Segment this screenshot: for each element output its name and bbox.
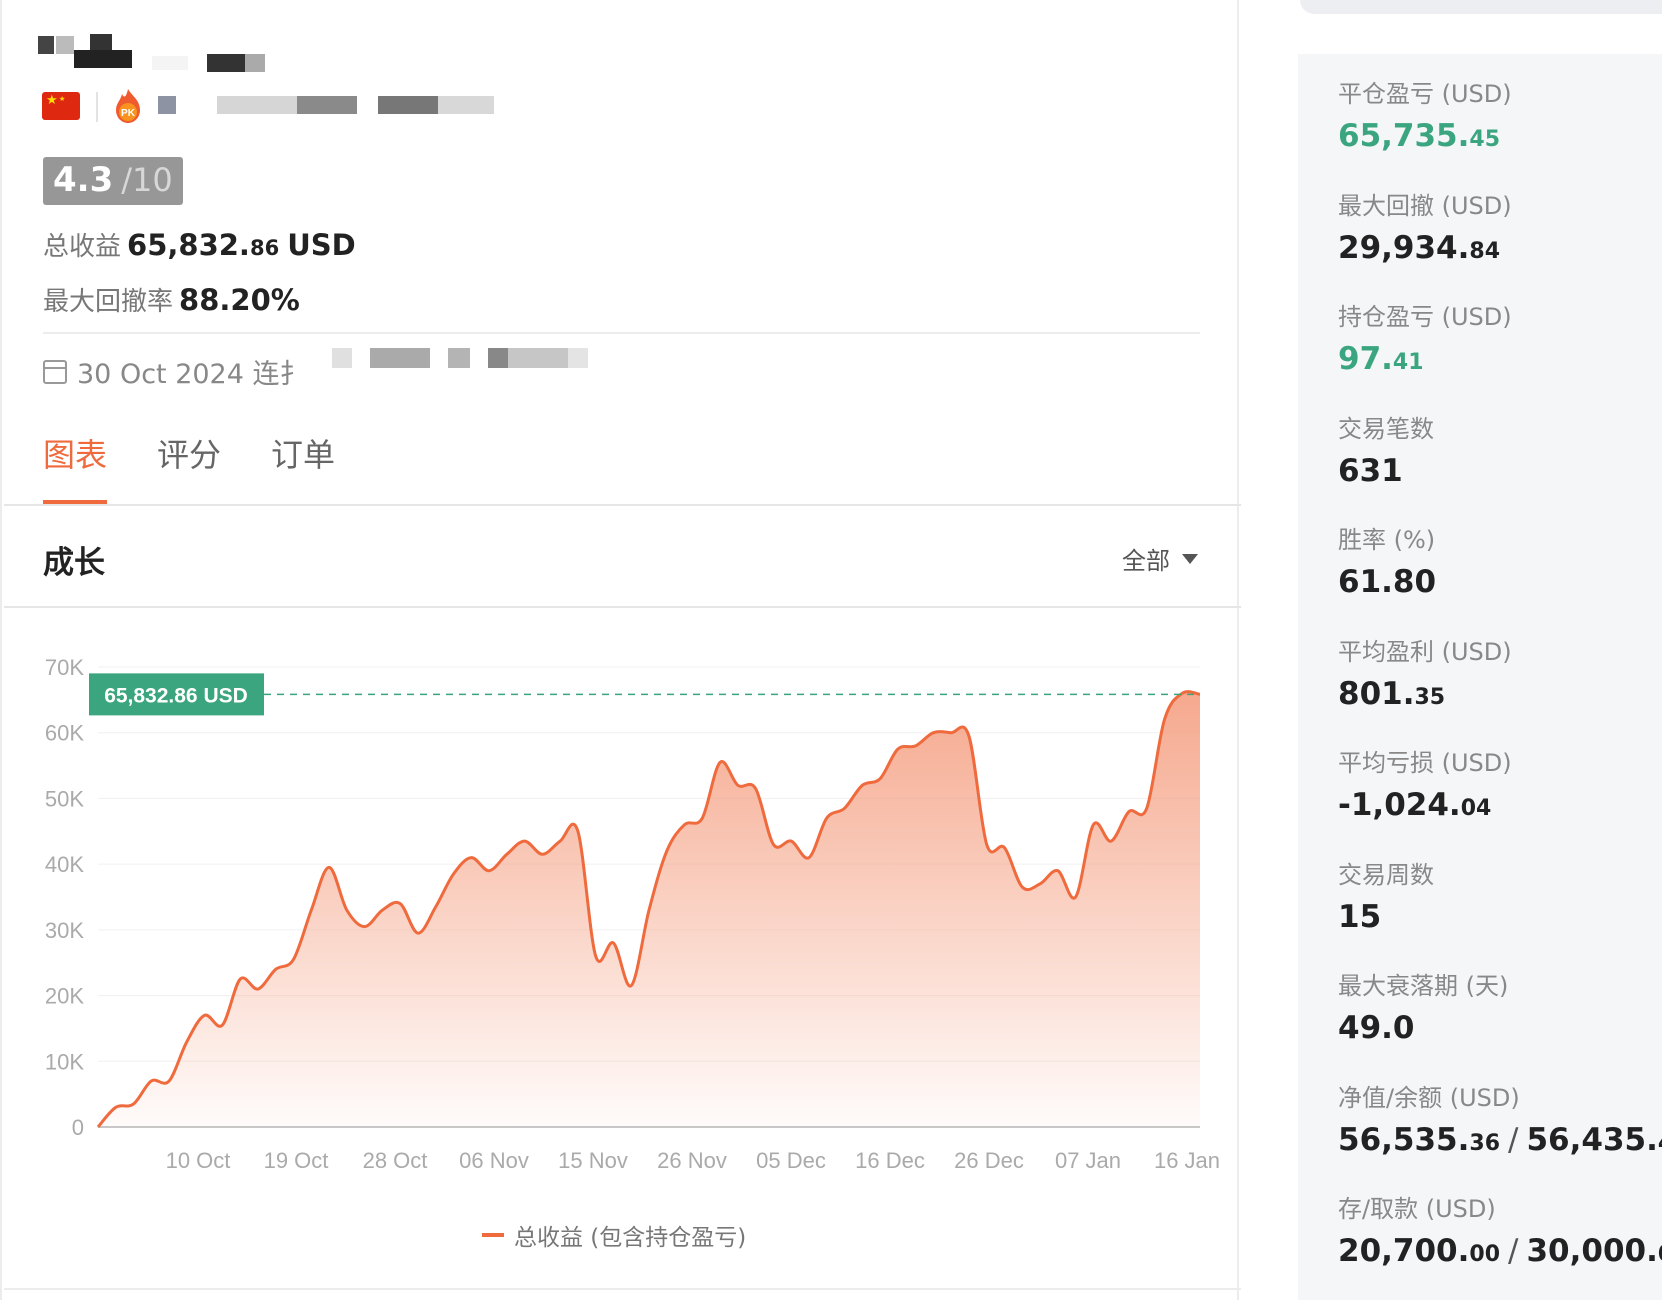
growth-chart[interactable]: 0 10K 20K 30K 40K 50K 60K 70K 10 Oct 19 Oct 28 Oct… bbox=[2, 640, 1239, 1230]
metric-item: 平仓盈亏 (USD) 65,735.45 bbox=[1338, 74, 1512, 154]
calendar-icon bbox=[43, 359, 67, 384]
divider bbox=[4, 1288, 1241, 1290]
search-bar-edge bbox=[1300, 0, 1662, 14]
x-tick-label: 07 Jan bbox=[1055, 1148, 1121, 1173]
tab-rating[interactable]: 评分 bbox=[157, 430, 221, 504]
divider bbox=[43, 332, 1200, 334]
y-tick-label: 70K bbox=[45, 655, 84, 680]
rating-max: /10 bbox=[121, 161, 173, 199]
max-drawdown-rate: 最大回撤率 88.20% bbox=[43, 281, 300, 318]
metric-item: 存/取款 (USD) 20,700.00/30,000.00 bbox=[1338, 1189, 1662, 1269]
chart-legend[interactable]: 总收益 (包含持仓盈亏) bbox=[482, 1218, 746, 1252]
metric-item: 交易周数 15 bbox=[1338, 855, 1434, 935]
tab-chart[interactable]: 图表 bbox=[43, 430, 108, 504]
total-profit-dec: 86 bbox=[249, 236, 280, 260]
metric-item: 最大回撤 (USD) 29,934.84 bbox=[1338, 186, 1512, 266]
rating-score: 4.3 bbox=[53, 160, 114, 200]
y-tick-label: 20K bbox=[45, 984, 84, 1009]
account-date-text: 30 Oct 2024 连‌扌 bbox=[77, 359, 307, 390]
total-profit-int: 65,832. bbox=[127, 228, 250, 262]
section-title: 成长 bbox=[43, 545, 105, 581]
metric-value: 631 bbox=[1338, 452, 1403, 489]
metric-value: 15 bbox=[1338, 898, 1382, 935]
divider bbox=[4, 504, 1241, 506]
metric-item: 持仓盈亏 (USD) 97.41 bbox=[1338, 297, 1512, 377]
divider bbox=[4, 606, 1241, 608]
range-dropdown[interactable]: 全部 bbox=[1122, 541, 1198, 576]
metric-value: 97.41 bbox=[1338, 341, 1424, 377]
x-tick-label: 05 Dec bbox=[756, 1148, 826, 1173]
metric-label: 平仓盈亏 (USD) bbox=[1338, 80, 1512, 108]
divider bbox=[96, 92, 98, 122]
caret-down-icon bbox=[1182, 553, 1198, 564]
y-tick-label: 0 bbox=[72, 1115, 84, 1140]
rating-badge: 4.3 /10 bbox=[43, 157, 183, 205]
metric-label: 平均盈利 (USD) bbox=[1338, 637, 1512, 666]
metric-label: 净值/余额 (USD) bbox=[1338, 1083, 1520, 1112]
metric-label: 胜率 (%) bbox=[1338, 526, 1436, 554]
legend-swatch bbox=[482, 1233, 504, 1237]
pk-fire-icon: PK bbox=[116, 89, 140, 123]
metric-label: 交易周数 bbox=[1338, 860, 1434, 889]
y-tick-label: 10K bbox=[45, 1049, 84, 1074]
range-dropdown-value: 全部 bbox=[1122, 547, 1170, 575]
china-flag-icon: ★ ★ bbox=[42, 92, 80, 120]
total-profit-label: 总收益 bbox=[43, 232, 122, 262]
metric-label: 平均亏损 (USD) bbox=[1338, 749, 1512, 777]
metric-label: 存/取款 (USD) bbox=[1338, 1195, 1496, 1223]
x-tick-label: 16 Dec bbox=[855, 1148, 925, 1173]
metric-item: 平均盈利 (USD) 801.35 bbox=[1338, 632, 1512, 712]
metric-item: 平均亏损 (USD) -1,024.04 bbox=[1338, 743, 1512, 823]
metric-item: 胜率 (%) 61.80 bbox=[1338, 520, 1436, 600]
tab-orders[interactable]: 订单 bbox=[271, 430, 335, 504]
y-tick-label: 60K bbox=[45, 721, 84, 746]
x-tick-label: 19 Oct bbox=[264, 1148, 329, 1173]
y-tick-label: 40K bbox=[45, 852, 84, 877]
x-tick-label: 26 Dec bbox=[954, 1148, 1024, 1173]
metric-value: 65,735.45 bbox=[1338, 118, 1501, 154]
metric-value: 56,535.36/56,435.45 bbox=[1338, 1121, 1662, 1158]
x-tick-label: 15 Nov bbox=[558, 1148, 628, 1173]
account-date: 30 Oct 2024 连‌扌 bbox=[43, 352, 307, 391]
max-drawdown-label: 最大回撤率 bbox=[43, 287, 174, 317]
y-tick-label: 30K bbox=[45, 918, 84, 943]
metric-label: 持仓盈亏 (USD) bbox=[1338, 303, 1512, 331]
x-tick-label: 16 Jan bbox=[1154, 1148, 1220, 1173]
metric-value: 29,934.84 bbox=[1338, 229, 1501, 266]
y-tick-label: 50K bbox=[45, 786, 84, 811]
total-profit: 总收益 65,832.86 USD bbox=[43, 226, 356, 263]
x-tick-label: 26 Nov bbox=[657, 1148, 727, 1173]
metric-value: 61.80 bbox=[1338, 564, 1437, 600]
metric-value: 49.0 bbox=[1338, 1010, 1415, 1046]
last-value-label: 65,832.86 USD bbox=[104, 684, 248, 707]
x-tick-label: 06 Nov bbox=[459, 1148, 529, 1173]
metric-value: 20,700.00/30,000.00 bbox=[1338, 1233, 1662, 1269]
main-panel: ★ ★ PK 4.3 /10 总收益 65,832.86 USD 最大回撤率 88… bbox=[0, 0, 1241, 1300]
metric-label: 交易笔数 bbox=[1338, 414, 1434, 443]
metric-item: 最大衰落期 (天) 49.0 bbox=[1338, 966, 1508, 1046]
metric-label: 最大衰落期 (天) bbox=[1338, 972, 1509, 1000]
metrics-panel: 平仓盈亏 (USD) 65,735.45 最大回撤 (USD) 29,934.84 持仓… bbox=[1298, 54, 1662, 1300]
legend-label: 总收益 (包含持仓盈亏) bbox=[514, 1225, 747, 1251]
metric-value: -1,024.04 bbox=[1338, 787, 1492, 823]
metric-value: 801.35 bbox=[1338, 675, 1446, 712]
x-tick-label: 10 Oct bbox=[166, 1148, 231, 1173]
svg-text:PK: PK bbox=[121, 108, 136, 119]
max-drawdown-value: 88.20% bbox=[179, 283, 300, 317]
metric-label: 最大回撤 (USD) bbox=[1338, 191, 1512, 220]
metric-item: 交易笔数 631 bbox=[1338, 409, 1434, 489]
x-tick-label: 28 Oct bbox=[363, 1148, 428, 1173]
tab-bar: 图表 评分 订单 bbox=[43, 430, 385, 504]
metric-item: 净值/余额 (USD) 56,535.36/56,435.45 bbox=[1338, 1078, 1662, 1158]
total-profit-unit: USD bbox=[287, 228, 356, 262]
